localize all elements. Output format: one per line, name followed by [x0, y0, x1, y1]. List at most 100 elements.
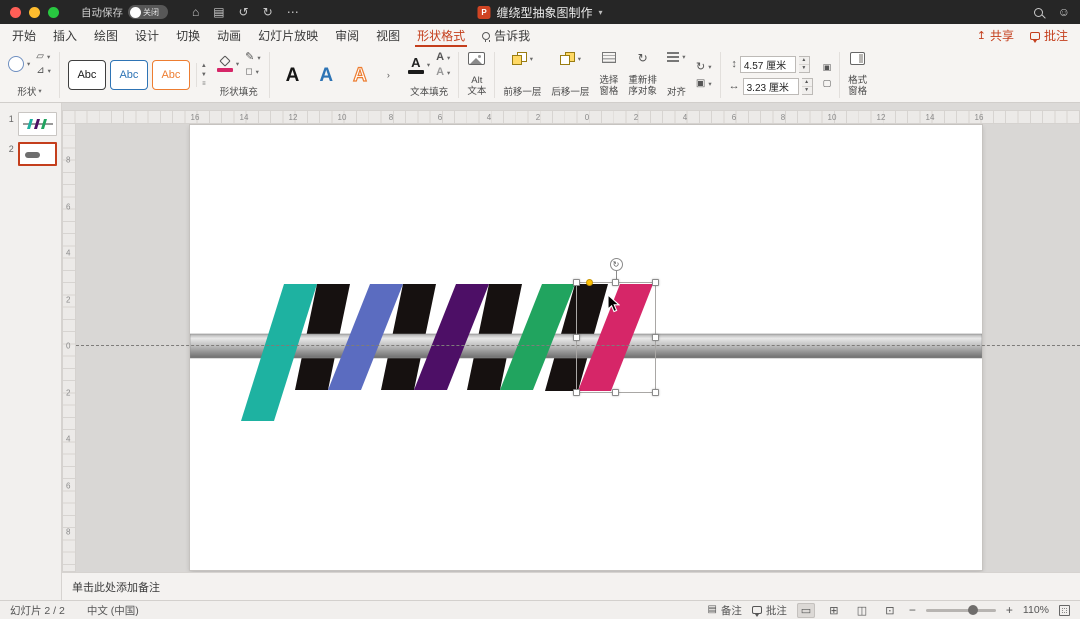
alt-text-button[interactable]: Alt 文本 [467, 75, 486, 98]
resize-handle-se[interactable] [652, 389, 659, 396]
chevron-down-icon[interactable]: ▾ [48, 67, 51, 75]
chevron-down-icon[interactable]: ▾ [447, 69, 450, 77]
bring-forward-label[interactable]: 前移一层 [503, 84, 541, 98]
tab-1[interactable]: 插入 [53, 24, 77, 47]
selection-pane-button[interactable]: 选择 窗格 [599, 75, 618, 98]
tab-8[interactable]: 视图 [376, 24, 400, 47]
shape-style-preset-3[interactable]: Abc [151, 60, 190, 90]
merge-shapes-icon[interactable]: ⊿ [36, 66, 44, 76]
fit-to-window-icon[interactable] [1059, 604, 1070, 616]
chevron-down-icon[interactable]: ▾ [427, 61, 430, 69]
shape-style-preset-1[interactable]: Abc [67, 60, 106, 90]
shape-effects-icon[interactable]: ◻ [245, 67, 252, 76]
share-button[interactable]: ↥ 共享 [977, 27, 1014, 44]
edit-shape-icon[interactable]: ▱ [36, 52, 44, 62]
gallery-more-icon[interactable]: ≡ [202, 81, 206, 87]
save-icon[interactable]: ▤ [213, 5, 224, 19]
window-title[interactable]: P 缠绕型抽象图制作 ▾ [477, 4, 603, 21]
rotation-handle[interactable]: ↻ [609, 258, 623, 271]
lock-aspect-icon[interactable]: ▣ [823, 62, 832, 72]
autosave-control[interactable]: 自动保存 关闭 [81, 5, 168, 20]
resize-handle-ne[interactable] [652, 279, 659, 286]
tab-10[interactable]: 告诉我 [482, 24, 530, 47]
undo-icon[interactable]: ↺ [239, 5, 249, 19]
shape-outline-pencil-icon[interactable]: ✎ [245, 52, 254, 63]
normal-view-button[interactable]: ▭ [796, 602, 815, 618]
zoom-slider-thumb[interactable] [967, 605, 978, 615]
chevron-down-icon[interactable]: ▾ [708, 80, 711, 88]
chevron-down-icon[interactable]: ▾ [682, 53, 685, 61]
gallery-down-icon[interactable]: ▼ [201, 72, 207, 78]
autosave-toggle[interactable]: 关闭 [128, 5, 168, 19]
chevron-down-icon[interactable]: ▾ [27, 60, 30, 68]
close-button[interactable] [10, 6, 21, 18]
chevron-down-icon[interactable]: ▾ [447, 54, 450, 62]
redo-icon[interactable]: ↻ [263, 5, 273, 19]
selection-pane-icon[interactable] [601, 52, 616, 63]
tab-5[interactable]: 动画 [217, 24, 241, 47]
home-icon[interactable]: ⌂ [192, 5, 199, 19]
height-field[interactable] [739, 55, 796, 73]
text-fill-button[interactable]: A [407, 56, 424, 74]
gallery-up-icon[interactable]: ▲ [201, 63, 207, 69]
bring-forward-icon[interactable] [511, 52, 527, 65]
fullscreen-button[interactable] [48, 6, 59, 18]
chevron-down-icon[interactable]: ▾ [708, 63, 711, 71]
resize-handle-sw[interactable] [573, 389, 580, 396]
shape-style-preset-2[interactable]: Abc [109, 60, 148, 90]
editing-canvas[interactable]: ↻ [76, 124, 1080, 572]
align-label[interactable]: 对齐 [667, 84, 686, 98]
zoom-in-button[interactable]: + [1006, 604, 1013, 616]
text-fill-label[interactable]: 文本填充 [410, 84, 448, 98]
shape-fill-button[interactable] [216, 55, 233, 72]
wordart-preset-1[interactable]: A [286, 66, 300, 85]
slide-1-thumbnail[interactable] [17, 112, 57, 136]
chevron-down-icon[interactable]: ▾ [578, 55, 581, 63]
wordart-preset-2[interactable]: A [319, 66, 333, 85]
tab-9[interactable]: 形状格式 [415, 24, 468, 47]
comments-button[interactable]: 批注 [1029, 27, 1068, 44]
resize-handle-n[interactable] [612, 279, 619, 286]
tab-6[interactable]: 幻灯片放映 [258, 24, 318, 47]
width-stepper[interactable]: ▲ ▼ [801, 77, 813, 95]
resize-handle-s[interactable] [612, 389, 619, 396]
chevron-down-icon[interactable]: ▾ [47, 53, 50, 61]
more-actions-icon[interactable]: ⋯ [287, 5, 299, 19]
text-effects-icon[interactable]: A [436, 67, 444, 78]
send-backward-label[interactable]: 后移一层 [551, 84, 589, 98]
reorder-objects-icon[interactable]: ↻ [638, 52, 648, 64]
notes-pane[interactable]: 单击此处添加备注 [62, 572, 1080, 600]
crop-icon[interactable]: ▢ [823, 78, 832, 88]
format-pane-icon[interactable] [850, 52, 866, 65]
group-objects-icon[interactable]: ▣ [696, 78, 705, 89]
adjustment-handle[interactable] [586, 279, 593, 286]
slide-sorter-view-button[interactable]: ⊞ [825, 603, 843, 618]
notes-toggle[interactable]: ▤ 备注 [707, 603, 741, 618]
height-stepper[interactable]: ▲ ▼ [798, 55, 810, 73]
alt-text-image-icon[interactable] [468, 52, 486, 65]
resize-handle-w[interactable] [573, 333, 580, 341]
thumbnail-row-2[interactable]: 2 [0, 139, 61, 169]
tab-0[interactable]: 开始 [12, 24, 36, 47]
shape-fill-label[interactable]: 形状填充 [220, 84, 258, 98]
text-outline-icon[interactable]: A [436, 52, 444, 63]
width-field[interactable] [742, 77, 799, 95]
rotate-icon[interactable]: ↻ [696, 61, 705, 73]
search-icon[interactable] [1033, 7, 1043, 17]
chevron-down-icon[interactable]: ▾ [256, 68, 259, 76]
chevron-down-icon[interactable]: ▾ [530, 55, 533, 63]
tab-7[interactable]: 审阅 [335, 24, 359, 47]
format-pane-button[interactable]: 格式 窗格 [848, 75, 867, 98]
slide-2-thumbnail[interactable] [17, 142, 57, 166]
language-indicator[interactable]: 中文 (中国) [87, 603, 139, 618]
chevron-down-icon[interactable]: ▾ [236, 60, 239, 68]
insert-shape-icon[interactable] [8, 56, 24, 72]
resize-handle-e[interactable] [652, 333, 659, 341]
comments-toggle[interactable]: 批注 [751, 603, 787, 618]
zoom-slider[interactable] [925, 605, 996, 615]
tab-4[interactable]: 切换 [176, 24, 200, 47]
zoom-level[interactable]: 110% [1023, 604, 1049, 616]
wordart-preset-3[interactable]: A [353, 65, 368, 85]
tab-2[interactable]: 绘图 [94, 24, 118, 47]
chevron-down-icon[interactable]: ▾ [257, 54, 260, 62]
